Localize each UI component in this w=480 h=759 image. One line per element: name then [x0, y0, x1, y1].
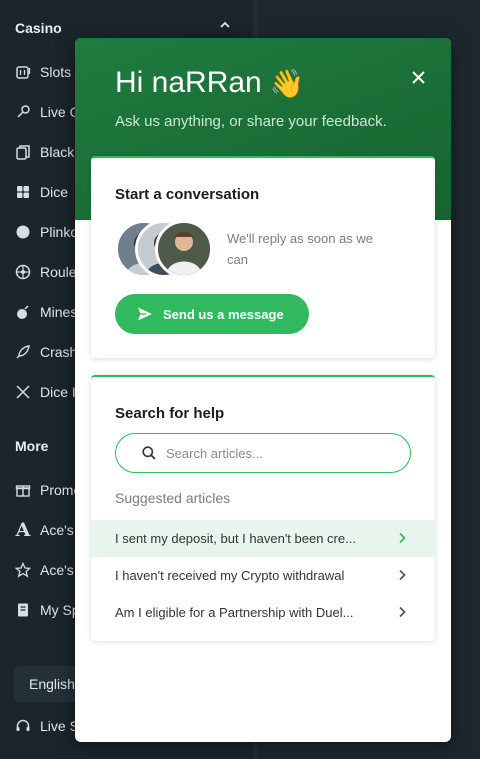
- greeting-text: Hi naRRan: [115, 66, 262, 99]
- sidebar-item-label: Dice: [40, 184, 69, 200]
- conversation-card: Start a conversation We'll reply as soon…: [91, 156, 435, 358]
- bomb-icon: [0, 304, 40, 320]
- sidebar-item-label: Roule: [40, 264, 77, 280]
- article-item[interactable]: I haven't received my Crypto withdrawal: [91, 557, 435, 594]
- dice-icon: [0, 184, 40, 200]
- document-icon: [0, 602, 40, 618]
- sidebar-item-label: Ace's: [40, 522, 74, 538]
- wave-emoji-icon: 👋: [269, 67, 305, 99]
- roulette-icon: [0, 264, 40, 280]
- sidebar-item-label: Slots: [40, 64, 72, 80]
- sidebar-item-label: Black: [40, 144, 75, 160]
- conversation-title: Start a conversation: [115, 186, 260, 203]
- star-icon: [0, 562, 40, 578]
- sidebar-item-label: Plinko: [40, 224, 79, 240]
- close-button[interactable]: [409, 68, 427, 86]
- search-help-title: Search for help: [115, 405, 225, 422]
- chevron-right-icon: [399, 569, 406, 581]
- microphone-icon: [0, 104, 40, 120]
- chevron-right-icon: [399, 532, 406, 544]
- search-help-card: Search for help Suggested articles I sen…: [91, 375, 435, 641]
- cards-icon: [0, 144, 40, 160]
- chevron-right-icon: [399, 606, 406, 618]
- search-box[interactable]: [115, 433, 411, 473]
- search-input[interactable]: [166, 445, 396, 461]
- article-item[interactable]: I sent my deposit, but I haven't been cr…: [91, 520, 435, 557]
- widget-subtitle: Ask us anything, or share your feedback.: [115, 113, 387, 130]
- close-icon: [411, 70, 425, 84]
- casino-heading[interactable]: Casino: [15, 20, 62, 36]
- more-heading: More: [15, 438, 49, 454]
- sidebar-item-label: Live S: [40, 718, 79, 734]
- reply-time-text: We'll reply as soon as we can: [227, 231, 374, 267]
- team-avatars: [115, 220, 215, 278]
- sidebar-item-label: Mines: [40, 304, 78, 320]
- help-widget: Hi naRRan 👋 Ask us anything, or share yo…: [75, 38, 451, 742]
- slot-machine-icon: [0, 64, 40, 80]
- letter-a-icon: A: [15, 519, 31, 541]
- send-icon: [138, 307, 152, 321]
- send-message-label: Send us a message: [163, 306, 284, 322]
- suggested-articles-label: Suggested articles: [115, 490, 231, 506]
- sidebar-item-label: My Sp: [40, 602, 80, 618]
- sidebar-item-label: Dice I: [40, 384, 76, 400]
- article-title: I haven't received my Crypto withdrawal: [115, 568, 345, 583]
- search-icon: [142, 446, 156, 460]
- sidebar-item-label: Ace's: [40, 562, 74, 578]
- headset-icon: [0, 718, 40, 734]
- rocket-icon: [0, 344, 40, 360]
- greeting: Hi naRRan 👋: [115, 66, 305, 100]
- article-item[interactable]: Am I eligible for a Partnership with Due…: [91, 594, 435, 631]
- plinko-ball-icon: [0, 224, 40, 240]
- gift-icon: [0, 482, 40, 498]
- article-title: I sent my deposit, but I haven't been cr…: [115, 531, 356, 546]
- chevron-up-icon[interactable]: [220, 20, 230, 30]
- article-title: Am I eligible for a Partnership with Due…: [115, 605, 354, 620]
- avatar: [155, 220, 213, 278]
- swords-icon: [0, 384, 40, 400]
- send-message-button[interactable]: Send us a message: [115, 294, 309, 334]
- sidebar-item-label: Crash: [40, 344, 78, 360]
